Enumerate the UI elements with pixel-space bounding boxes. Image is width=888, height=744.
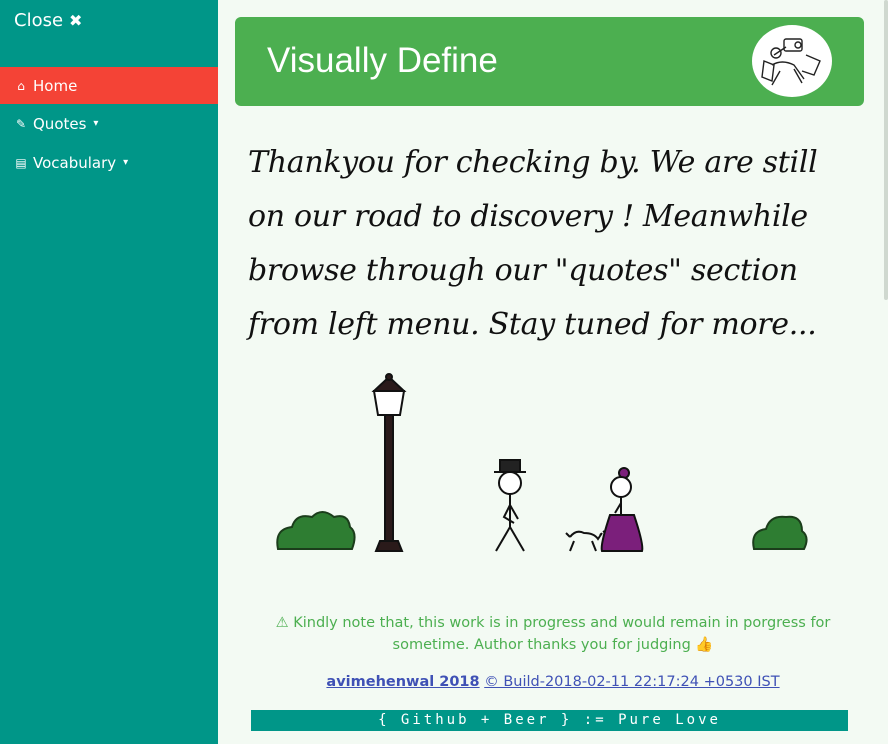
- page-header: Visually Define: [235, 17, 864, 106]
- build-info: avimehenwal 2018 © Build-2018-02-11 22:1…: [248, 674, 858, 690]
- scrollbar-thumb[interactable]: [884, 0, 888, 300]
- sidebar-item-label: Home: [33, 76, 78, 95]
- sidebar-item-quotes[interactable]: ✎ Quotes ▾: [0, 105, 218, 142]
- thumbs-up-icon: 👍: [695, 637, 714, 653]
- close-icon: ✖: [69, 11, 83, 30]
- sidebar-item-vocabulary[interactable]: ▤ Vocabulary ▾: [0, 144, 218, 181]
- book-icon: ▤: [15, 155, 27, 170]
- stick-man: [494, 459, 526, 552]
- sidebar-item-label: Vocabulary: [33, 153, 117, 172]
- home-icon: ⌂: [17, 78, 25, 93]
- close-label: Close: [14, 10, 64, 31]
- sketch-illustration: [761, 38, 821, 86]
- stickfigure-illustration: [270, 365, 830, 565]
- progress-notice: ⚠ Kindly note that, this work is in prog…: [248, 612, 858, 656]
- chevron-down-icon: ▾: [93, 118, 99, 129]
- warning-icon: ⚠: [275, 615, 289, 631]
- pencil-icon: ✎: [15, 116, 27, 131]
- sidebar: Close ✖ ⌂ Home ✎ Quotes ▾ ▤ Vocabulary ▾: [0, 0, 218, 744]
- sidebar-item-home[interactable]: ⌂ Home: [0, 67, 218, 104]
- footer-bar: { Github + Beer } := Pure Love: [251, 710, 848, 731]
- author-link[interactable]: avimehenwal 2018: [326, 674, 479, 690]
- welcome-message: Thankyou for checking by. We are still o…: [248, 145, 818, 342]
- stick-woman: [600, 467, 644, 552]
- scrollbar[interactable]: [882, 0, 888, 744]
- build-link[interactable]: © Build-2018-02-11 22:17:24 +0530 IST: [484, 674, 779, 690]
- bush-right: [752, 515, 808, 550]
- sidebar-item-label: Quotes: [33, 114, 87, 133]
- notice-text: Kindly note that, this work is in progre…: [293, 615, 831, 653]
- page-title: Visually Define: [267, 41, 498, 80]
- bush-left: [276, 511, 356, 550]
- logo-image: [752, 25, 832, 97]
- close-button[interactable]: Close ✖: [14, 10, 82, 31]
- lamp-post: [371, 373, 407, 552]
- chevron-down-icon: ▾: [123, 157, 129, 168]
